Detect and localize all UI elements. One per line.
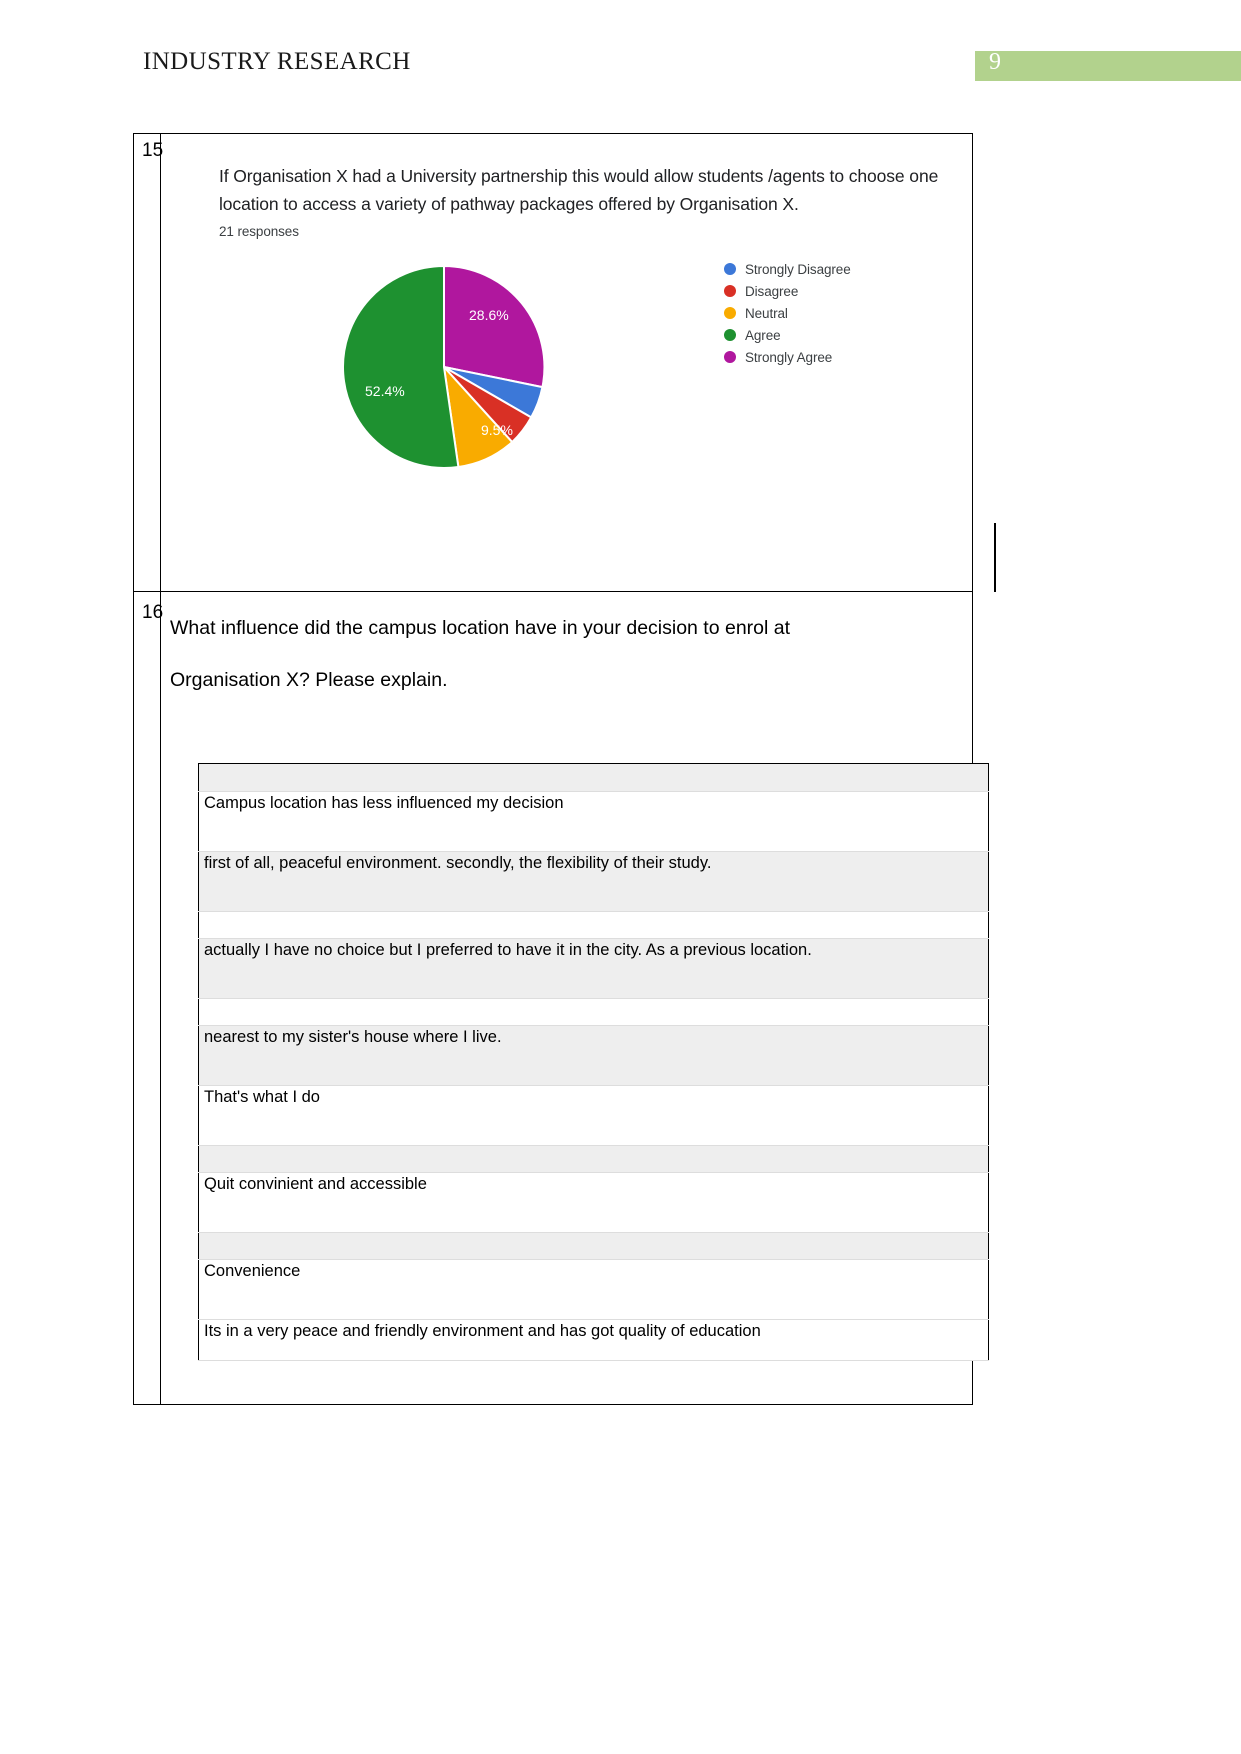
question-16-body: What influence did the campus location h…: [161, 592, 989, 1404]
table-row[interactable]: Convenience: [198, 1259, 989, 1320]
response-cell: [198, 998, 989, 1026]
pie-graphic: 52.4% 28.6% 9.5%: [341, 255, 547, 479]
response-cell: Campus location has less influenced my d…: [198, 791, 989, 852]
question-16-number-cell: 16: [134, 592, 164, 1404]
legend-item-disagree[interactable]: Disagree: [724, 280, 851, 302]
legend-label: Disagree: [745, 283, 799, 299]
questionnaire-table: 15 If Organisation X had a University pa…: [133, 133, 996, 1405]
page-number-badge: 9: [975, 49, 1241, 81]
table-row[interactable]: nearest to my sister's house where I liv…: [198, 1025, 989, 1086]
question-16-line-2: Organisation X? Please explain.: [170, 669, 448, 691]
response-cell: That's what I do: [198, 1085, 989, 1146]
question-15-row: 15 If Organisation X had a University pa…: [134, 134, 996, 592]
response-cell: [198, 1145, 989, 1173]
response-cell: Quit convinient and accessible: [198, 1172, 989, 1233]
legend-dot-icon: [724, 263, 736, 275]
question-15-number-cell: 15: [134, 134, 164, 591]
table-row[interactable]: [198, 1232, 989, 1260]
chart-block: If Organisation X had a University partn…: [161, 134, 994, 519]
response-cell: actually I have no choice but I preferre…: [198, 938, 989, 999]
responses-table: Campus location has less influenced my d…: [198, 763, 989, 1361]
responses-table-header-cell: [198, 763, 989, 792]
legend-label: Agree: [745, 327, 781, 343]
table-side-rule: [994, 523, 996, 592]
question-16-text: What influence did the campus location h…: [161, 592, 956, 706]
table-row[interactable]: Its in a very peace and friendly environ…: [198, 1319, 989, 1361]
legend-dot-icon: [724, 307, 736, 319]
table-row[interactable]: Quit convinient and accessible: [198, 1172, 989, 1233]
response-cell: first of all, peaceful environment. seco…: [198, 851, 989, 912]
pie-svg: [342, 264, 546, 469]
legend-dot-icon: [724, 329, 736, 341]
pie-chart: 52.4% 28.6% 9.5% Strongly Disagree Disag…: [219, 249, 994, 519]
question-16-line-1: What influence did the campus location h…: [170, 617, 791, 639]
chart-legend: Strongly Disagree Disagree Neutral Agree…: [724, 258, 851, 368]
legend-item-strongly-disagree[interactable]: Strongly Disagree: [724, 258, 851, 280]
table-row[interactable]: [198, 1145, 989, 1173]
legend-dot-icon: [724, 285, 736, 297]
response-cell: [198, 911, 989, 939]
table-row[interactable]: That's what I do: [198, 1085, 989, 1146]
question-15-number: 15: [142, 140, 164, 161]
legend-item-neutral[interactable]: Neutral: [724, 302, 851, 324]
legend-label: Neutral: [745, 305, 788, 321]
table-row[interactable]: [198, 998, 989, 1026]
response-cell: Its in a very peace and friendly environ…: [198, 1319, 989, 1361]
chart-question-text: If Organisation X had a University partn…: [219, 166, 939, 214]
question-16-row: 16 What influence did the campus locatio…: [134, 592, 989, 1404]
responses-table-body: Campus location has less influenced my d…: [198, 763, 989, 1361]
question-16-number: 16: [142, 602, 164, 623]
pie-slice-strongly-agree: [443, 264, 546, 389]
page-number: 9: [989, 49, 1001, 75]
table-row[interactable]: [198, 911, 989, 939]
response-cell: nearest to my sister's house where I liv…: [198, 1025, 989, 1086]
response-cell: Convenience: [198, 1259, 989, 1320]
legend-dot-icon: [724, 351, 736, 363]
page-header: INDUSTRY RESEARCH 9: [0, 48, 1241, 88]
legend-label: Strongly Disagree: [745, 261, 851, 277]
question-15-body: If Organisation X had a University partn…: [161, 134, 996, 592]
table-row[interactable]: actually I have no choice but I preferre…: [198, 938, 989, 999]
chart-response-count: 21 responses: [219, 224, 299, 239]
pie-slice-agree: [342, 264, 460, 469]
table-row[interactable]: first of all, peaceful environment. seco…: [198, 851, 989, 912]
response-cell: [198, 1232, 989, 1260]
legend-item-strongly-agree[interactable]: Strongly Agree: [724, 346, 851, 368]
legend-label: Strongly Agree: [745, 349, 833, 365]
legend-item-agree[interactable]: Agree: [724, 324, 851, 346]
table-row[interactable]: Campus location has less influenced my d…: [198, 791, 989, 852]
responses-table-header-row: [198, 763, 989, 792]
page-title: INDUSTRY RESEARCH: [143, 48, 411, 75]
